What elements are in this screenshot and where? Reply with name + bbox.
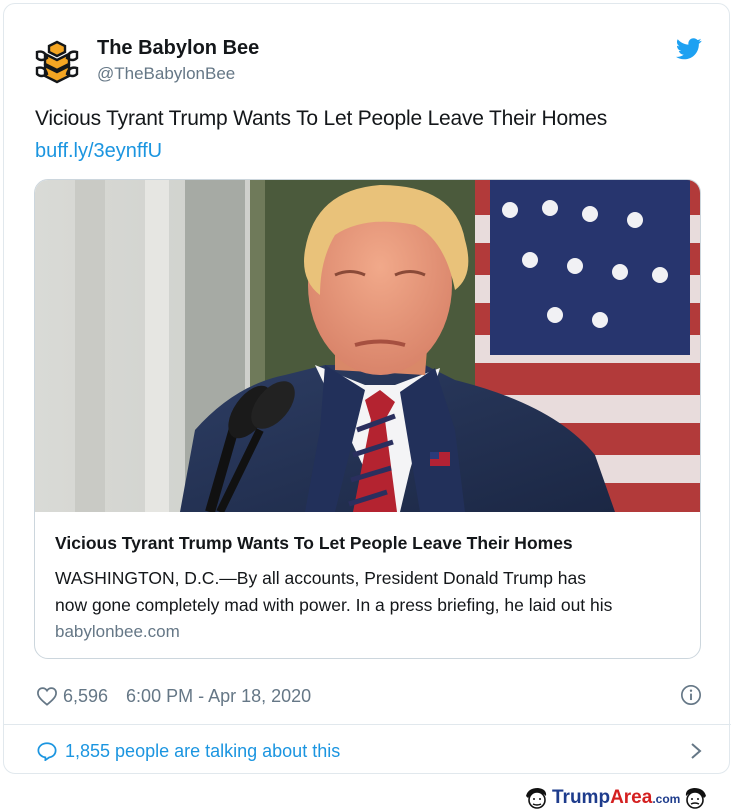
cartoon-face-icon (526, 788, 547, 809)
babylon-bee-logo-icon[interactable] (35, 40, 79, 84)
trumparea-watermark: TrumpArea.com (522, 785, 738, 811)
chevron-right-icon[interactable] (690, 742, 702, 760)
card-description-line-1: WASHINGTON, D.C.—By all accounts, Presid… (55, 568, 587, 588)
tweet-meta: 6,596 6:00 PM - Apr 18, 2020 (36, 684, 311, 708)
card-image[interactable] (35, 180, 701, 512)
link-preview-card[interactable]: Vicious Tyrant Trump Wants To Let People… (34, 179, 701, 659)
author-name[interactable]: The Babylon Bee (97, 37, 259, 60)
tweet-link[interactable]: buff.ly/3eynffU (35, 140, 162, 163)
cartoon-face-icon (686, 788, 707, 809)
watermark-tld: .com (652, 792, 681, 806)
divider (4, 724, 731, 725)
speech-bubble-icon (37, 742, 57, 761)
card-domain: babylonbee.com (55, 622, 180, 641)
tweet-timestamp[interactable]: 6:00 PM - Apr 18, 2020 (126, 686, 311, 707)
talking-count-text[interactable]: 1,855 people are talking about this (65, 741, 340, 762)
card-description: WASHINGTON, D.C.—By all accounts, Presid… (55, 565, 685, 619)
watermark-text: TrumpArea.com (552, 787, 680, 809)
author-handle[interactable]: @TheBabylonBee (97, 64, 235, 84)
watermark-brand-2: Area (610, 787, 653, 808)
info-icon[interactable] (680, 684, 702, 706)
like-count[interactable]: 6,596 (63, 686, 108, 707)
tweet-card: The Babylon Bee @TheBabylonBee Vicious T… (3, 3, 731, 774)
conversation-link[interactable]: 1,855 people are talking about this (36, 739, 706, 763)
heart-icon[interactable] (36, 686, 58, 706)
tweet-text: Vicious Tyrant Trump Wants To Let People… (35, 107, 608, 130)
twitter-bird-icon[interactable] (676, 38, 702, 60)
card-title[interactable]: Vicious Tyrant Trump Wants To Let People… (55, 533, 573, 554)
card-description-line-2: now gone completely mad with power. In a… (55, 595, 613, 615)
watermark-brand-1: Trump (552, 787, 611, 808)
